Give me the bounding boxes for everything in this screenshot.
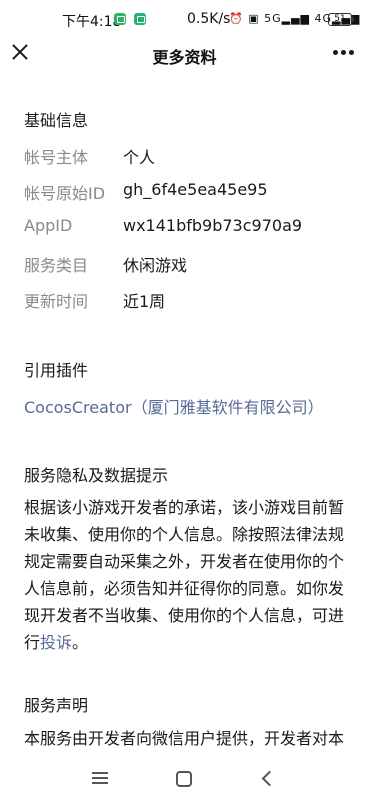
info-label: 帐号主体 xyxy=(24,148,89,167)
info-row-appid: AppID wx141bfb9b73c970a9 xyxy=(24,216,354,240)
menu-icon[interactable] xyxy=(92,772,108,785)
section-title-privacy: 服务隐私及数据提示 xyxy=(24,466,169,485)
complaint-link[interactable]: 投诉 xyxy=(40,633,72,652)
info-value: gh_6f4e5ea45e95 xyxy=(123,180,268,199)
privacy-body: 根据该小游戏开发者的承诺，该小游戏目前暂未收集、使用你的个人信息。除按照法律法规… xyxy=(24,498,345,652)
system-nav-bar xyxy=(0,760,369,800)
privacy-text: 根据该小游戏开发者的承诺，该小游戏目前暂未收集、使用你的个人信息。除按照法律法规… xyxy=(24,494,346,656)
nav-bar: 更多资料 xyxy=(0,38,369,72)
info-row-original-id: 帐号原始ID gh_6f4e5ea45e95 xyxy=(24,180,354,204)
section-title-plugins: 引用插件 xyxy=(24,361,89,380)
info-label: 更新时间 xyxy=(24,292,89,311)
section-title-statement: 服务声明 xyxy=(24,696,89,715)
plugin-link[interactable]: CocosCreator（厦门雅基软件有限公司） xyxy=(24,394,324,418)
info-value: wx141bfb9b73c970a9 xyxy=(123,216,303,235)
privacy-end: 。 xyxy=(72,633,89,652)
info-value: 近1周 xyxy=(123,292,166,311)
app-notification-icon xyxy=(114,13,126,25)
battery-icon: 51 xyxy=(328,13,354,26)
more-icon[interactable] xyxy=(333,50,355,56)
status-time: 下午4:18 xyxy=(62,14,122,30)
info-value: 休闲游戏 xyxy=(123,256,188,275)
info-label: AppID xyxy=(24,216,73,235)
info-value: 个人 xyxy=(123,148,156,167)
app-notification-icon-2 xyxy=(134,13,146,25)
section-title-basic-info: 基础信息 xyxy=(24,111,89,130)
home-icon[interactable] xyxy=(176,771,192,787)
network-speed: 0.5K/s xyxy=(187,11,231,27)
back-icon[interactable] xyxy=(261,770,278,787)
statement-text: 本服务由开发者向微信用户提供，开发者对本 xyxy=(24,729,345,748)
info-label: 帐号原始ID xyxy=(24,184,106,203)
info-row-category: 服务类目 休闲游戏 xyxy=(24,252,354,276)
info-row-updated: 更新时间 近1周 xyxy=(24,288,354,312)
info-row-owner: 帐号主体 个人 xyxy=(24,144,354,168)
status-bar: 下午4:18 0.5K/s ⏰ ▣ 5G▂▄▆ 4G▂▄▆ 51 xyxy=(0,0,369,38)
info-label: 服务类目 xyxy=(24,256,89,275)
page-title: 更多资料 xyxy=(152,48,217,67)
